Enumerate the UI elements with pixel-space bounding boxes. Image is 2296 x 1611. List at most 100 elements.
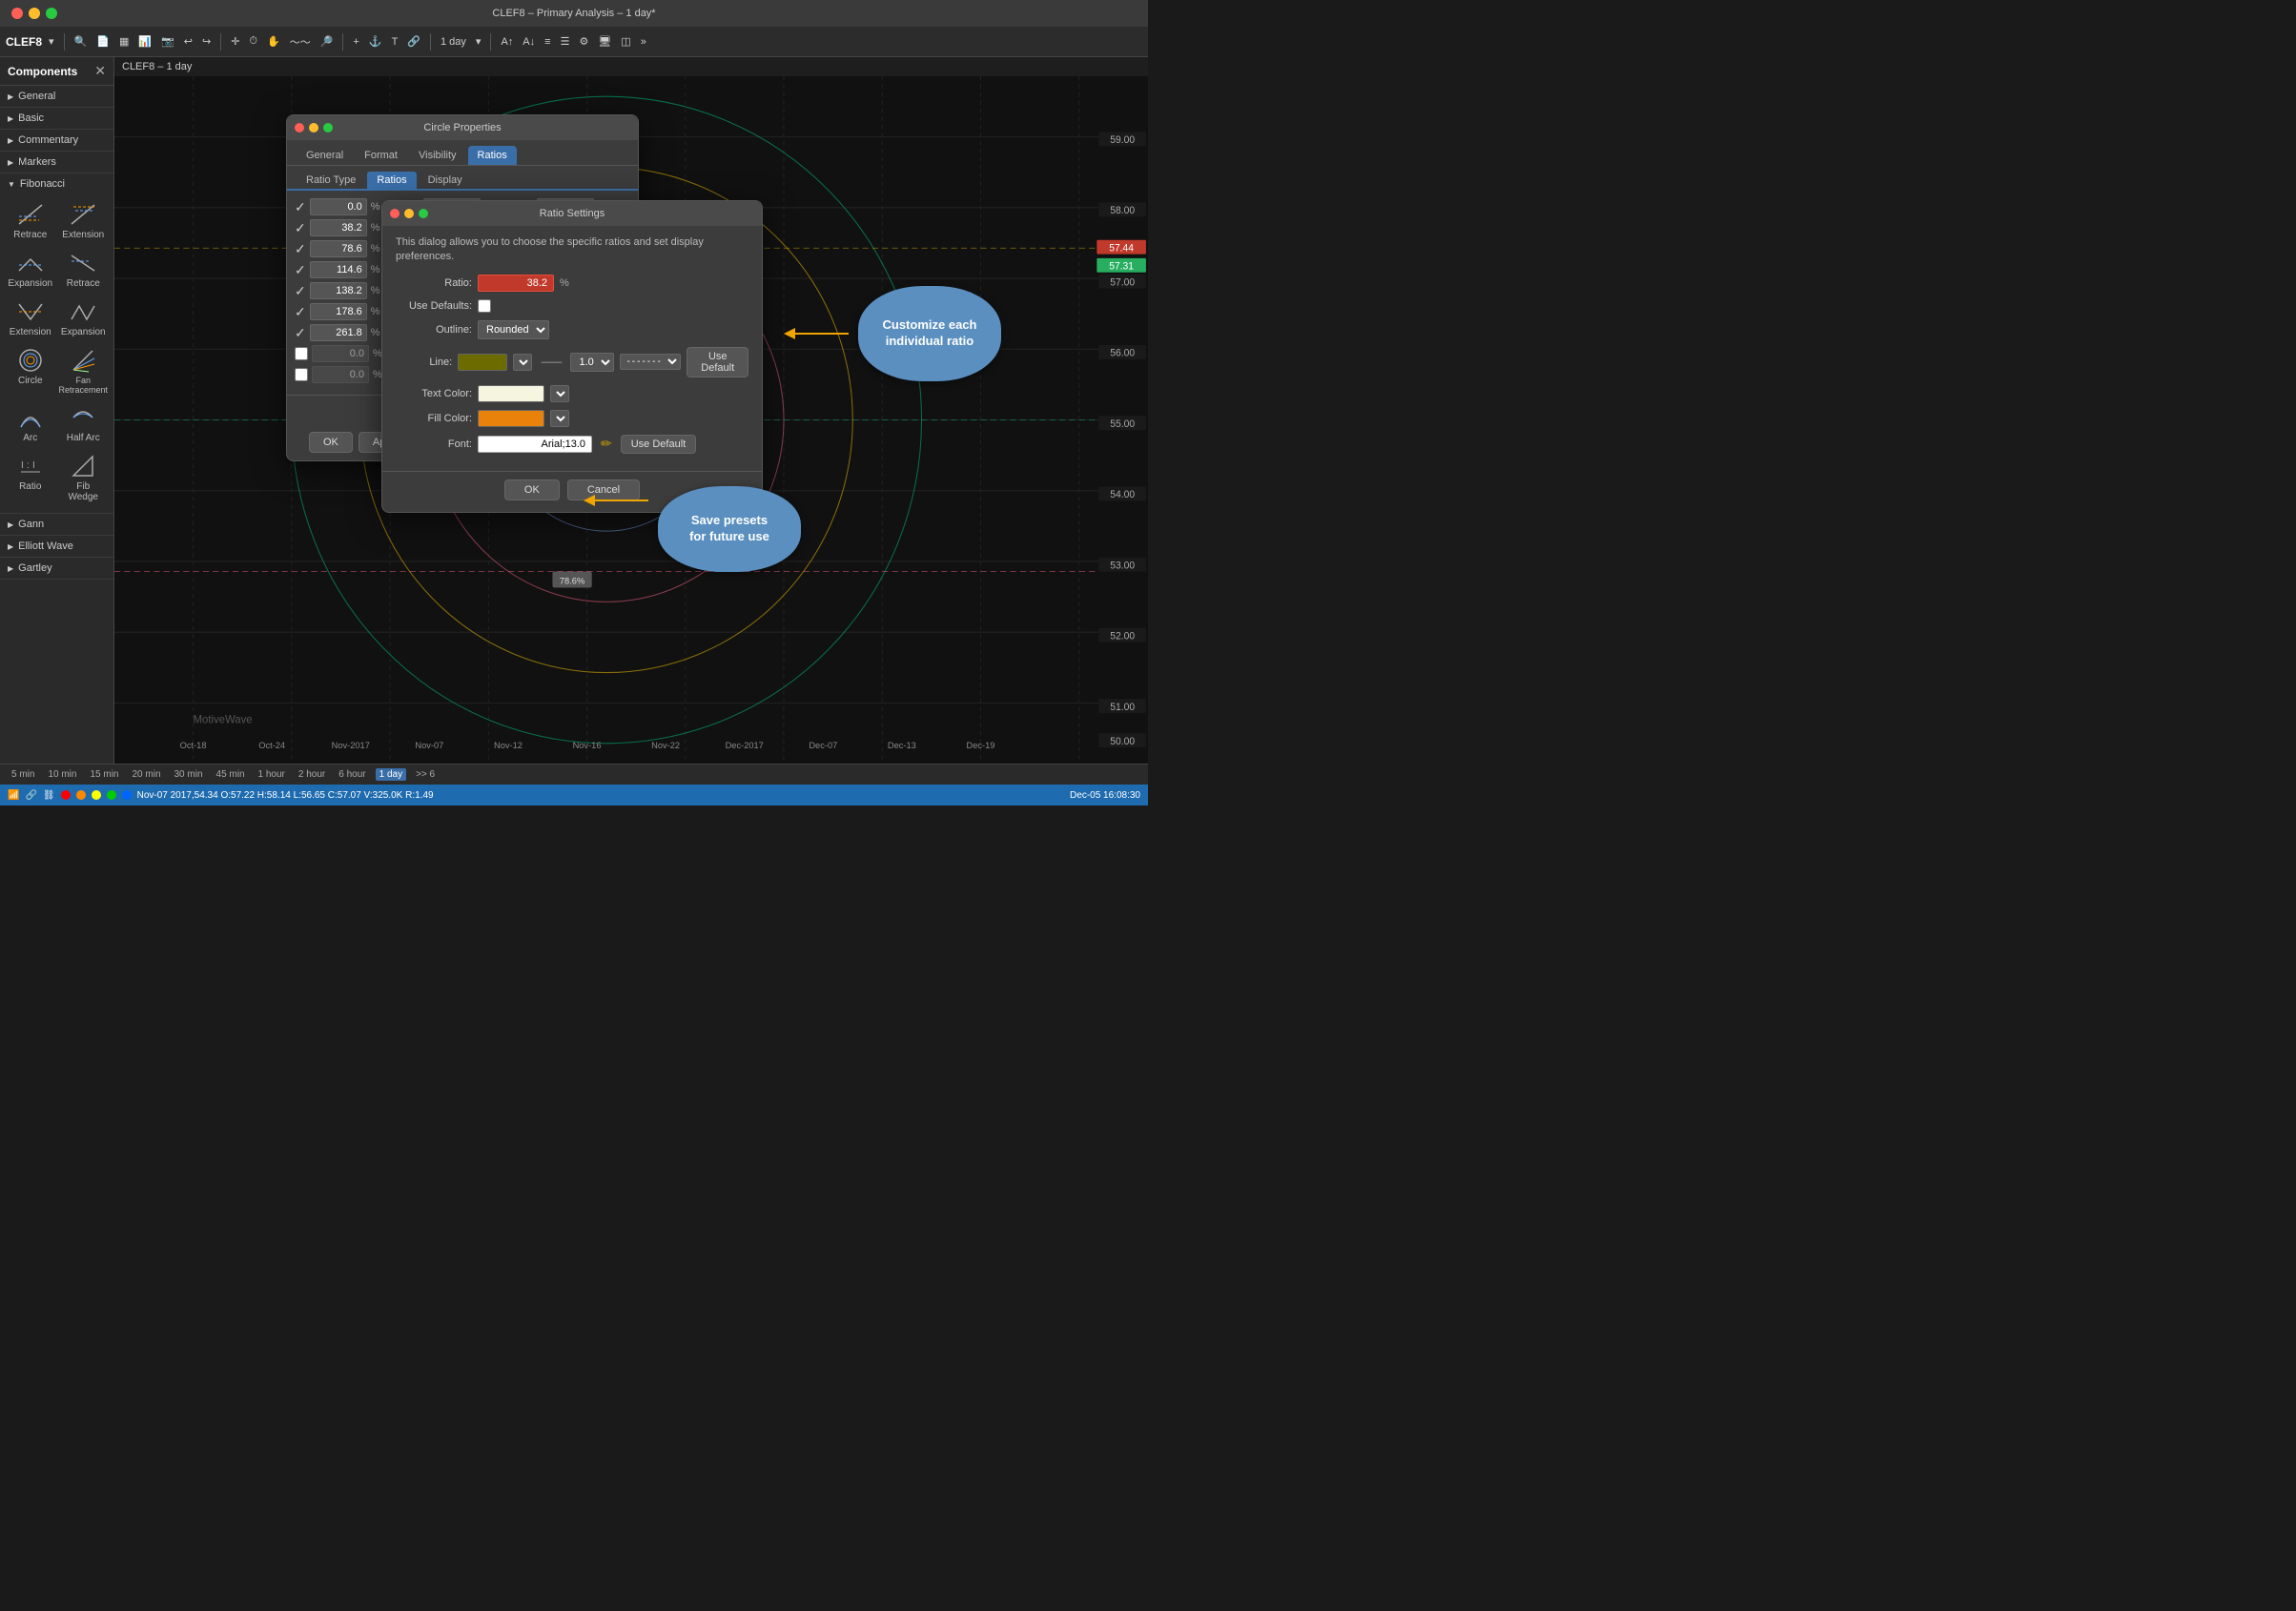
- check-icon-1-5[interactable]: ✓: [295, 283, 306, 299]
- dialog-close-button[interactable]: [295, 123, 304, 133]
- search-icon[interactable]: 🔍: [72, 33, 91, 50]
- ratio-input-1-4[interactable]: [310, 261, 367, 278]
- ratio-check-1-8[interactable]: [295, 347, 308, 360]
- time-2hour[interactable]: 2 hour: [295, 768, 329, 781]
- text-color-dropdown[interactable]: ▼: [550, 385, 569, 402]
- sidebar-item-extension2[interactable]: Extension: [8, 296, 53, 340]
- sidebar-item-retrace2[interactable]: Retrace: [60, 247, 106, 292]
- outline-select[interactable]: Rounded Square None: [478, 320, 549, 339]
- line-use-default-button[interactable]: Use Default: [687, 347, 748, 377]
- crosshair-icon[interactable]: ✛: [228, 33, 242, 50]
- zoom-icon[interactable]: 🔎: [318, 33, 337, 50]
- check-icon-1-2[interactable]: ✓: [295, 220, 306, 236]
- rs-cancel-button[interactable]: Cancel: [567, 479, 640, 500]
- layers-icon[interactable]: ◫: [618, 33, 633, 50]
- timeframe-dropdown[interactable]: ▾: [473, 33, 484, 50]
- link-icon[interactable]: 🔗: [404, 33, 423, 50]
- sidebar-close-button[interactable]: ✕: [94, 63, 106, 79]
- time-20min[interactable]: 20 min: [128, 768, 164, 781]
- subtab-ratio-type[interactable]: Ratio Type: [297, 172, 365, 189]
- print-icon[interactable]: 📄: [93, 33, 113, 50]
- anchor-icon[interactable]: ⚓: [366, 33, 385, 50]
- timeframe-label[interactable]: 1 day: [438, 34, 469, 50]
- line-style-select[interactable]: ------- ——— - - - -: [620, 354, 681, 370]
- sidebar-group-header-general[interactable]: ▶ General: [0, 86, 113, 107]
- line-color-swatch[interactable]: [458, 354, 507, 371]
- ratio-input-1-1[interactable]: [310, 198, 367, 215]
- ratio-value-input[interactable]: [478, 275, 554, 292]
- sidebar-group-header-commentary[interactable]: ▶ Commentary: [0, 130, 113, 151]
- window-controls[interactable]: [11, 8, 57, 19]
- chart-canvas[interactable]: 78.6% 59.00 58.00 57.44 57.31 57.00 56.0…: [114, 76, 1148, 764]
- plus-icon[interactable]: +: [350, 34, 361, 50]
- fill-color-swatch[interactable]: [478, 410, 544, 427]
- ratio-input-1-9[interactable]: [312, 366, 369, 383]
- symbol-label[interactable]: CLEF8: [6, 35, 42, 49]
- sidebar-item-expansion2[interactable]: Expansion: [60, 296, 106, 340]
- text-color-swatch[interactable]: [478, 385, 544, 402]
- font-value-input[interactable]: [478, 436, 592, 453]
- maximize-button[interactable]: [46, 8, 57, 19]
- redo-icon[interactable]: ↪: [199, 33, 214, 50]
- ratio-input-1-2[interactable]: [310, 219, 367, 236]
- subtab-ratios[interactable]: Ratios: [367, 172, 416, 189]
- sidebar-group-header-elliottwave[interactable]: ▶ Elliott Wave: [0, 536, 113, 557]
- tab-general[interactable]: General: [297, 146, 353, 165]
- sidebar-item-expansion[interactable]: Expansion: [8, 247, 53, 292]
- subtab-display[interactable]: Display: [419, 172, 472, 189]
- sidebar-group-header-gann[interactable]: ▶ Gann: [0, 514, 113, 535]
- sidebar-group-header-markers[interactable]: ▶ Markers: [0, 152, 113, 173]
- undo-icon[interactable]: ↩: [181, 33, 195, 50]
- monitor-icon[interactable]: 🖥: [595, 33, 614, 50]
- grid-icon[interactable]: ▦: [116, 33, 132, 50]
- camera-icon[interactable]: 📷: [158, 33, 177, 50]
- ratio-check-1-9[interactable]: [295, 368, 308, 381]
- use-defaults-checkbox[interactable]: [478, 299, 491, 313]
- time-6hour[interactable]: 6 hour: [335, 768, 369, 781]
- font-edit-btn[interactable]: ✏: [598, 436, 615, 452]
- ratio-input-1-7[interactable]: [310, 324, 367, 341]
- time-more[interactable]: >> 6: [412, 768, 439, 781]
- sidebar-item-retrace[interactable]: Retrace: [8, 198, 53, 243]
- check-icon-1-6[interactable]: ✓: [295, 304, 306, 320]
- chart-icon[interactable]: 📊: [135, 33, 154, 50]
- dialog-minimize-button[interactable]: [309, 123, 318, 133]
- ratio-settings-dialog[interactable]: Ratio Settings This dialog allows you to…: [381, 200, 763, 513]
- dialog-window-controls[interactable]: [295, 123, 333, 133]
- time-15min[interactable]: 15 min: [86, 768, 122, 781]
- rs-close-button[interactable]: [390, 209, 400, 218]
- wave-icon[interactable]: 〜〜: [287, 32, 314, 51]
- minimize-button[interactable]: [29, 8, 40, 19]
- ok-button[interactable]: OK: [309, 432, 353, 453]
- sidebar-group-header-fibonacci[interactable]: ▼ Fibonacci: [0, 173, 113, 194]
- time-30min[interactable]: 30 min: [171, 768, 207, 781]
- time-45min[interactable]: 45 min: [213, 768, 249, 781]
- tab-format[interactable]: Format: [355, 146, 407, 165]
- sidebar-item-circle[interactable]: Circle: [8, 344, 53, 398]
- check-icon-1-4[interactable]: ✓: [295, 262, 306, 278]
- line-color-dropdown[interactable]: ▼: [513, 354, 532, 371]
- sidebar-item-fan[interactable]: Fan Retracement: [60, 344, 106, 398]
- line-width-select[interactable]: 1.0 1.5 2.0: [570, 353, 614, 372]
- sidebar-item-ratio[interactable]: I : I Ratio: [8, 450, 53, 505]
- font-down-icon[interactable]: A↓: [520, 34, 538, 50]
- font-up-icon[interactable]: A↑: [498, 34, 516, 50]
- ratio-input-1-6[interactable]: [310, 303, 367, 320]
- settings-icon[interactable]: ⚙: [576, 33, 591, 50]
- sidebar-item-arc[interactable]: Arc: [8, 401, 53, 446]
- time-10min[interactable]: 10 min: [44, 768, 80, 781]
- tab-visibility[interactable]: Visibility: [409, 146, 466, 165]
- time-1day[interactable]: 1 day: [376, 768, 406, 781]
- text-icon[interactable]: T: [389, 34, 401, 50]
- close-button[interactable]: [11, 8, 23, 19]
- ratio-input-1-3[interactable]: [310, 240, 367, 257]
- sidebar-item-halfarc[interactable]: Half Arc: [60, 401, 106, 446]
- sidebar-item-fibwedge[interactable]: Fib Wedge: [60, 450, 106, 505]
- symbol-dropdown[interactable]: ▾: [46, 33, 57, 50]
- check-icon-1-3[interactable]: ✓: [295, 241, 306, 257]
- sidebar-group-header-gartley[interactable]: ▶ Gartley: [0, 558, 113, 579]
- dialog-maximize-button[interactable]: [323, 123, 333, 133]
- ratio-input-1-8[interactable]: [312, 345, 369, 362]
- sidebar-group-header-basic[interactable]: ▶ Basic: [0, 108, 113, 129]
- clock-icon[interactable]: ⏱: [246, 33, 260, 50]
